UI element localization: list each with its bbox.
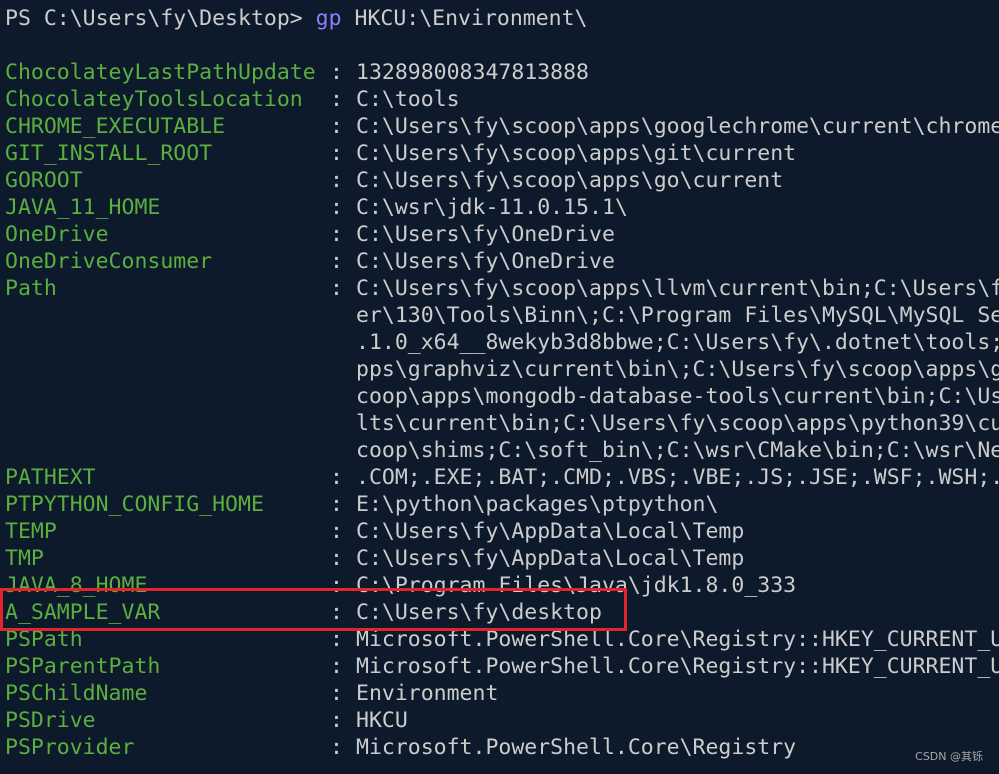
row-key: ChocolateyLastPathUpdate xyxy=(5,60,316,85)
row-separator: : xyxy=(330,708,343,733)
row-separator: : xyxy=(330,87,343,112)
row-separator: : xyxy=(330,492,343,517)
row-separator: : xyxy=(330,573,343,598)
prompt-argument: HKCU:\Environment\ xyxy=(341,6,588,31)
row-separator: : xyxy=(330,519,343,544)
row-value: er\130\Tools\Binn\;C:\Program Files\MySQ… xyxy=(356,303,999,328)
row-value: coop\apps\mongodb-database-tools\current… xyxy=(356,384,999,409)
row-key: PSChildName xyxy=(5,681,148,706)
row-value: C:\Users\fy\scoop\apps\googlechrome\curr… xyxy=(356,114,999,139)
row-value: Microsoft.PowerShell.Core\Registry::HKEY… xyxy=(356,654,999,679)
row-value: C:\wsr\jdk-11.0.15.1\ xyxy=(356,195,628,220)
row-key: PSPath xyxy=(5,627,83,652)
row-value: C:\Users\fy\OneDrive xyxy=(356,222,615,247)
terminal-window[interactable]: PS C:\Users\fy\Desktop> gp HKCU:\Environ… xyxy=(0,0,999,774)
row-separator: : xyxy=(330,465,343,490)
row-separator: : xyxy=(330,627,343,652)
row-key: ChocolateyToolsLocation xyxy=(5,87,303,112)
prompt-line: PS C:\Users\fy\Desktop> gp HKCU:\Environ… xyxy=(5,5,588,32)
row-key: JAVA_11_HOME xyxy=(5,195,161,220)
row-value: Microsoft.PowerShell.Core\Registry::HKEY… xyxy=(356,627,999,652)
row-value: C:\tools xyxy=(356,87,460,112)
row-value: C:\Users\fy\desktop xyxy=(356,600,602,625)
row-key: PSProvider xyxy=(5,735,135,760)
row-value: C:\Users\fy\scoop\apps\llvm\current\bin;… xyxy=(356,276,999,301)
row-key: TMP xyxy=(5,546,44,571)
row-separator: : xyxy=(330,114,343,139)
row-value: C:\Users\fy\AppData\Local\Temp xyxy=(356,546,745,571)
row-key: GOROOT xyxy=(5,168,83,193)
row-key: CHROME_EXECUTABLE xyxy=(5,114,226,139)
row-value: HKCU xyxy=(356,708,408,733)
row-value: pps\graphviz\current\bin\;C:\Users\fy\sc… xyxy=(356,357,999,382)
row-key: GIT_INSTALL_ROOT xyxy=(5,141,213,166)
row-value: coop\shims;C:\soft_bin\;C:\wsr\CMake\bin… xyxy=(356,438,999,463)
row-separator: : xyxy=(330,681,343,706)
row-key: TEMP xyxy=(5,519,57,544)
watermark: CSDN @其铄 xyxy=(915,750,983,763)
row-separator: : xyxy=(330,735,343,760)
prompt-command: gp xyxy=(315,6,342,31)
row-value: .1.0_x64__8wekyb3d8bbwe;C:\Users\fy\.dot… xyxy=(356,330,999,355)
row-key: JAVA_8_HOME xyxy=(5,573,148,598)
row-key: OneDriveConsumer xyxy=(5,249,213,274)
row-separator: : xyxy=(330,249,343,274)
row-value: C:\Users\fy\scoop\apps\go\current xyxy=(356,168,784,193)
row-separator: : xyxy=(330,276,343,301)
row-value: .COM;.EXE;.BAT;.CMD;.VBS;.VBE;.JS;.JSE;.… xyxy=(356,465,999,490)
row-separator: : xyxy=(330,654,343,679)
row-value: Microsoft.PowerShell.Core\Registry xyxy=(356,735,797,760)
row-value: 132898008347813888 xyxy=(356,60,589,85)
row-separator: : xyxy=(330,195,343,220)
prompt-path: PS C:\Users\fy\Desktop> xyxy=(5,6,316,31)
row-separator: : xyxy=(330,222,343,247)
row-separator: : xyxy=(330,168,343,193)
row-separator: : xyxy=(330,546,343,571)
row-key: PSDrive xyxy=(5,708,96,733)
row-value: C:\Program Files\Java\jdk1.8.0_333 xyxy=(356,573,797,598)
row-key: A_SAMPLE_VAR xyxy=(5,600,161,625)
row-key: PTPYTHON_CONFIG_HOME xyxy=(5,492,264,517)
row-separator: : xyxy=(330,141,343,166)
row-value: C:\Users\fy\OneDrive xyxy=(356,249,615,274)
row-value: lts\current\bin;C:\Users\fy\scoop\apps\p… xyxy=(356,411,999,436)
row-value: C:\Users\fy\AppData\Local\Temp xyxy=(356,519,745,544)
row-separator: : xyxy=(330,60,343,85)
row-key: PSParentPath xyxy=(5,654,161,679)
row-separator: : xyxy=(330,600,343,625)
row-value: C:\Users\fy\scoop\apps\git\current xyxy=(356,141,797,166)
row-key: Path xyxy=(5,276,57,301)
row-value: Environment xyxy=(356,681,499,706)
row-key: PATHEXT xyxy=(5,465,96,490)
row-key: OneDrive xyxy=(5,222,109,247)
row-value: E:\python\packages\ptpython\ xyxy=(356,492,719,517)
